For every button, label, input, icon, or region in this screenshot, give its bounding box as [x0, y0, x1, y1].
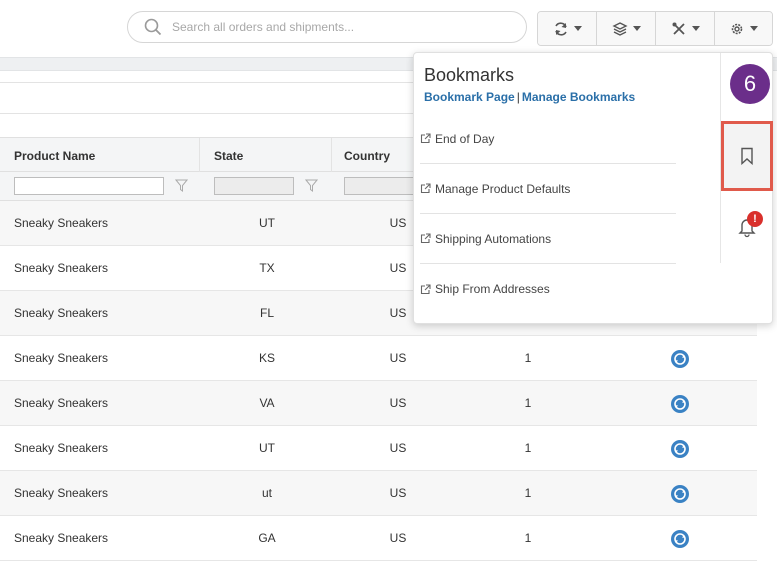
search-icon	[144, 18, 162, 36]
state-cell: ut	[261, 486, 272, 500]
product-name-cell: Sneaky Sneakers	[14, 306, 109, 320]
product-name-cell: Sneaky Sneakers	[14, 351, 109, 365]
bookmark-item-label: End of Day	[435, 131, 495, 146]
bookmark-item-label: Ship From Addresses	[435, 282, 550, 296]
layers-icon	[611, 21, 628, 36]
sync-status-icon[interactable]	[670, 439, 690, 459]
column-header-country[interactable]: Country	[344, 149, 390, 163]
country-cell: US	[389, 261, 407, 275]
quantity-cell: 1	[524, 351, 532, 365]
column-header-state[interactable]: State	[214, 149, 243, 163]
bookmark-item[interactable]: Ship From Addresses	[420, 264, 676, 314]
popover-links: Bookmark Page | Manage Bookmarks	[424, 90, 635, 104]
chevron-down-icon	[691, 26, 700, 31]
sync-status-icon[interactable]	[670, 529, 690, 549]
country-cell: US	[389, 396, 407, 410]
chevron-down-icon	[573, 26, 582, 31]
state-cell: FL	[259, 306, 274, 320]
bookmark-page-link[interactable]: Bookmark Page	[424, 90, 515, 104]
column-divider	[199, 138, 200, 172]
step-count-badge: 6	[730, 64, 770, 104]
table-row[interactable]: Sneaky Sneakers UT US 1	[0, 426, 757, 471]
country-cell: US	[389, 216, 407, 230]
table-row[interactable]: Sneaky Sneakers ut US 1	[0, 471, 757, 516]
table-row[interactable]: Sneaky Sneakers GA US 1	[0, 516, 757, 561]
bookmark-item[interactable]: End of Day	[420, 114, 676, 164]
bookmark-item-label: Shipping Automations	[435, 231, 552, 246]
state-cell: GA	[258, 531, 276, 545]
state-cell: UT	[259, 216, 275, 230]
bookmark-item-label: Manage Product Defaults	[435, 181, 571, 196]
external-link-icon	[420, 233, 431, 244]
country-cell: US	[389, 531, 407, 545]
column-header-product[interactable]: Product Name	[14, 149, 95, 163]
filter-icon[interactable]	[305, 179, 318, 192]
chevron-down-icon	[750, 26, 758, 31]
product-name-cell: Sneaky Sneakers	[14, 441, 109, 455]
external-link-icon	[420, 183, 431, 194]
link-separator: |	[516, 90, 520, 104]
country-cell: US	[389, 306, 407, 320]
bookmark-icon	[741, 147, 753, 165]
alert-badge: !	[747, 211, 763, 227]
quantity-cell: 1	[524, 441, 532, 455]
tools-button[interactable]	[656, 12, 715, 45]
product-name-cell: Sneaky Sneakers	[14, 216, 109, 230]
product-name-cell: Sneaky Sneakers	[14, 261, 109, 275]
country-filter-input[interactable]	[344, 177, 414, 195]
state-cell: VA	[259, 396, 275, 410]
settings-button[interactable]	[715, 12, 772, 45]
country-cell: US	[389, 441, 407, 455]
table-row[interactable]: Sneaky Sneakers VA US 1	[0, 381, 757, 426]
state-filter-input[interactable]	[214, 177, 294, 195]
external-link-icon	[420, 283, 431, 294]
table-row[interactable]: Sneaky Sneakers KS US 1	[0, 336, 757, 381]
country-cell: US	[389, 486, 407, 500]
bookmark-item[interactable]: Shipping Automations	[420, 214, 676, 264]
bookmark-item[interactable]: Manage Product Defaults	[420, 164, 676, 214]
manage-bookmarks-link[interactable]: Manage Bookmarks	[522, 90, 635, 104]
product-name-cell: Sneaky Sneakers	[14, 396, 109, 410]
refresh-button[interactable]	[538, 12, 597, 45]
search-input[interactable]: Search all orders and shipments...	[127, 11, 527, 43]
popover-title: Bookmarks	[424, 65, 515, 85]
search-placeholder: Search all orders and shipments...	[172, 20, 355, 34]
chevron-down-icon	[632, 26, 641, 31]
top-bar: Search all orders and shipments...	[0, 0, 777, 57]
sync-status-icon[interactable]	[670, 349, 690, 369]
product-name-cell: Sneaky Sneakers	[14, 531, 109, 545]
external-link-icon	[420, 133, 431, 144]
state-cell: TX	[259, 261, 275, 275]
quantity-cell: 1	[524, 531, 532, 545]
sync-status-icon[interactable]	[670, 484, 690, 504]
bookmarks-popover: Bookmarks Bookmark Page | Manage Bookmarks…	[413, 52, 773, 324]
quantity-cell: 1	[524, 396, 532, 410]
state-cell: UT	[259, 441, 275, 455]
product-filter-input[interactable]	[14, 177, 164, 195]
state-cell: KS	[258, 351, 275, 365]
toolbar-button-group	[537, 11, 773, 46]
sync-status-icon[interactable]	[670, 394, 690, 414]
filter-icon[interactable]	[175, 179, 188, 192]
layers-button[interactable]	[597, 12, 656, 45]
column-divider	[331, 138, 332, 172]
tools-icon	[672, 22, 685, 35]
quantity-cell: 1	[524, 486, 532, 500]
product-name-cell: Sneaky Sneakers	[14, 486, 109, 500]
bookmarks-tab[interactable]	[721, 121, 773, 191]
country-cell: US	[389, 351, 407, 365]
gear-icon	[731, 23, 743, 34]
refresh-icon	[554, 21, 567, 36]
